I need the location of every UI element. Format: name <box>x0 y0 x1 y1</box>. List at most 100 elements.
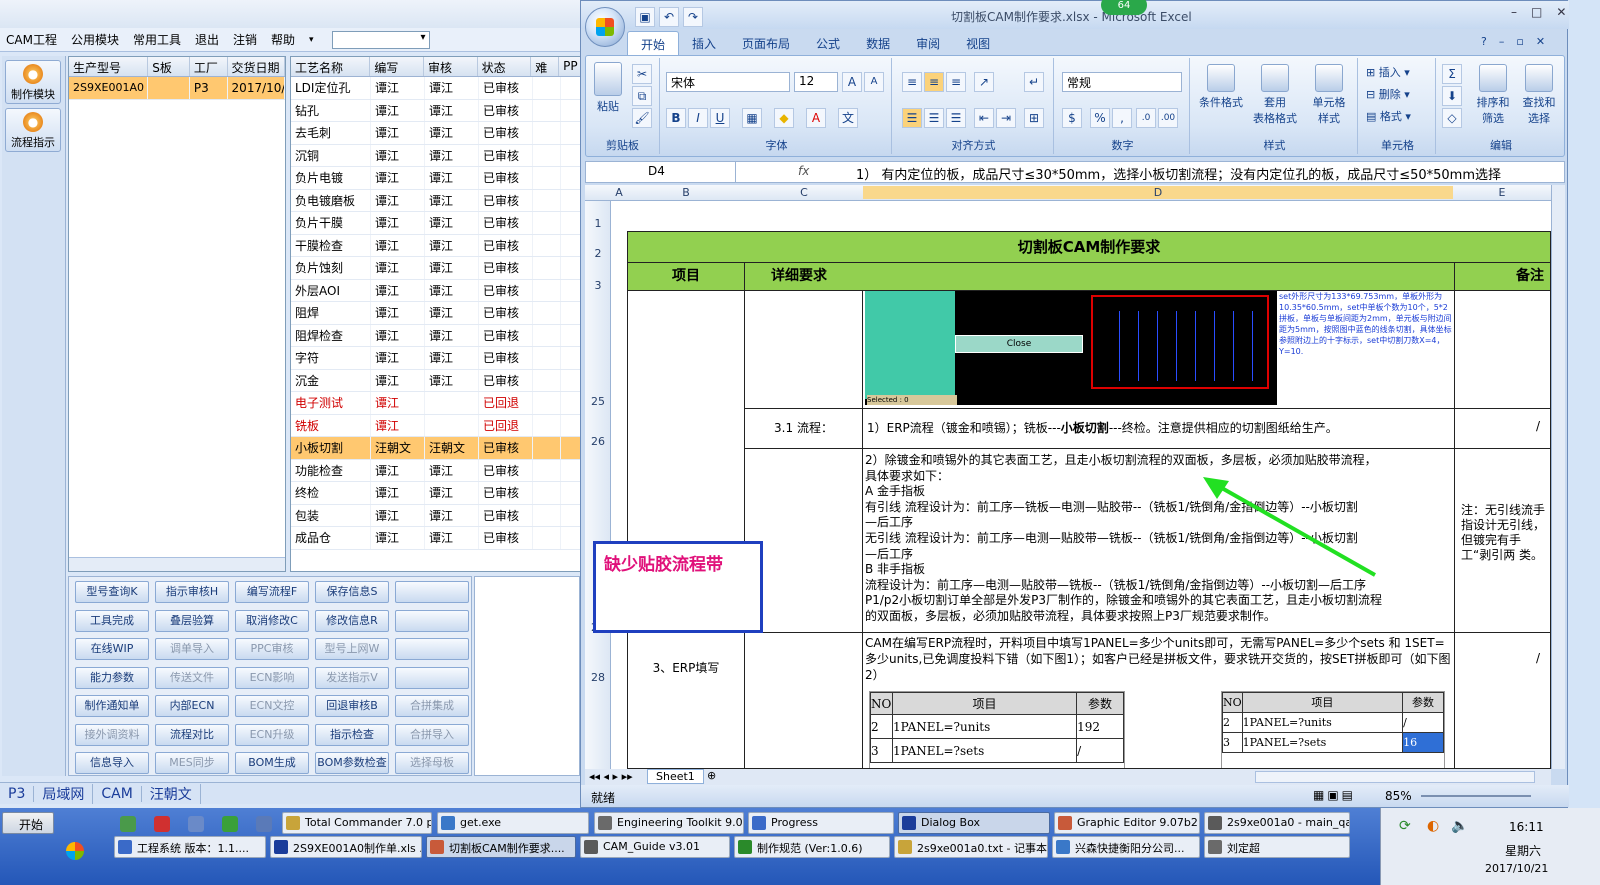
menu-cam-project[interactable]: CAM工程 <box>6 31 57 48</box>
fx-icon[interactable]: fx <box>738 164 848 178</box>
function-button[interactable]: BOM参数检查 <box>315 752 389 774</box>
vertical-scrollbar[interactable] <box>1551 185 1565 769</box>
process-row[interactable]: LDI定位孔 谭江 谭江 已审核 <box>291 77 581 100</box>
taskbar-item[interactable]: Graphic Editor 9.07b2 (... <box>1054 812 1200 834</box>
header-detail[interactable]: 详细要求 <box>745 263 1455 291</box>
cell-d26[interactable]: 1）ERP流程（镀金和喷锡）；铣板---小板切割---终检。注意提供相应的切割图… <box>863 409 1455 449</box>
italic-icon[interactable]: I <box>688 108 708 128</box>
accounting-icon[interactable]: $ <box>1062 108 1082 128</box>
model-grid-hscroll[interactable] <box>69 557 285 571</box>
function-button[interactable]: 指示检查 <box>315 723 389 746</box>
process-row[interactable]: 铣板 谭江 已回退 <box>291 414 581 437</box>
cell-e25[interactable] <box>1455 291 1551 409</box>
sort-filter-button[interactable]: 排序和 筛选 <box>1472 64 1514 126</box>
process-row[interactable]: 终检 谭江 谭江 已审核 <box>291 482 581 505</box>
menu-exit[interactable]: 退出 <box>195 31 219 48</box>
taskbar-item[interactable]: Total Commander 7.0 p... <box>282 812 432 834</box>
annotation-box[interactable]: 缺少贴胶流程带 <box>593 541 763 633</box>
office-button-icon[interactable] <box>585 7 625 47</box>
col-header-delivery[interactable]: 交货日期 <box>228 57 285 76</box>
merge-center-icon[interactable]: ⊞ <box>1024 108 1044 128</box>
function-button[interactable]: 在线WIP <box>75 638 149 660</box>
zoom-level[interactable]: 85% <box>1385 789 1412 803</box>
align-bottom-icon[interactable]: ≡ <box>946 72 966 92</box>
function-button[interactable]: 工具完成 <box>75 609 149 632</box>
process-row[interactable]: 阻焊检查 谭江 谭江 已审核 <box>291 324 581 347</box>
tab-view[interactable]: 视图 <box>953 31 1003 55</box>
taskbar-item[interactable]: 刘定超 <box>1204 836 1350 858</box>
tab-home[interactable]: 开始 <box>627 31 680 55</box>
view-mode-icons[interactable]: ▦▣▤ <box>1313 788 1356 802</box>
function-button[interactable]: 制作通知单 <box>75 695 149 717</box>
redo-icon[interactable]: ↷ <box>683 7 703 27</box>
cell-e26[interactable]: / <box>1455 409 1551 449</box>
fill-color-icon[interactable]: ◆ <box>774 108 794 128</box>
row-2[interactable]: 2 <box>585 247 611 260</box>
underline-icon[interactable]: U <box>710 108 730 128</box>
col-header-s-board[interactable]: S板 <box>148 57 190 76</box>
menu-more-icon[interactable]: ▾ <box>309 35 314 45</box>
windows-logo-icon[interactable] <box>66 842 84 860</box>
align-right-icon[interactable]: ☰ <box>946 108 966 128</box>
function-button[interactable]: 型号上网W <box>315 638 389 660</box>
function-button[interactable]: 指示审核H <box>155 581 229 603</box>
tray-network-icon[interactable]: ⟳ <box>1399 818 1411 834</box>
function-button[interactable]: 选择母板 <box>395 752 469 774</box>
horizontal-scrollbar[interactable] <box>1255 771 1535 783</box>
function-button[interactable]: 流程对比 <box>155 723 229 746</box>
conditional-format-button[interactable]: 条件格式 <box>1196 64 1246 110</box>
function-button[interactable] <box>395 581 469 603</box>
function-button[interactable]: 保存信息S <box>315 581 389 603</box>
help-icon[interactable]: ? <box>1481 35 1487 48</box>
taskbar-item[interactable]: 切割板CAM制作要求.... <box>426 836 576 858</box>
status-factory[interactable]: P3 <box>0 785 35 802</box>
comma-icon[interactable]: , <box>1112 108 1132 128</box>
row-25[interactable]: 25 <box>585 395 611 408</box>
doc-minimize-icon[interactable]: – <box>1499 35 1505 48</box>
cell-d25[interactable]: Close Selected : 0 set外形尺寸为133*69.753mm，… <box>863 291 1455 409</box>
shrink-font-icon[interactable]: A <box>864 72 884 92</box>
function-button[interactable]: ECN升级 <box>235 723 309 746</box>
menu-help[interactable]: 帮助 <box>271 31 295 48</box>
maximize-icon[interactable]: □ <box>1531 5 1542 19</box>
col-e[interactable]: E <box>1453 186 1551 199</box>
col-header-model[interactable]: 生产型号 <box>69 57 149 76</box>
process-row[interactable]: 电子测试 谭江 已回退 <box>291 392 581 415</box>
number-format-combo[interactable]: 常规 <box>1062 72 1182 92</box>
cell-b25[interactable] <box>627 291 745 409</box>
sheet-title[interactable]: 切割板CAM制作要求 <box>627 231 1551 263</box>
quick-launch-icon[interactable] <box>256 816 272 832</box>
col-header-writer[interactable]: 编写 <box>370 57 425 76</box>
function-button[interactable]: 修改信息R <box>315 609 389 632</box>
menu-logout[interactable]: 注销 <box>233 31 257 48</box>
cell-d28[interactable]: CAM在编写ERP流程时，开料项目中填写1PANEL=多少个units即可，无需… <box>863 633 1455 769</box>
process-row[interactable]: 字符 谭江 谭江 已审核 <box>291 347 581 370</box>
function-button[interactable]: 信息导入 <box>75 752 149 774</box>
taskbar-item[interactable]: 2s9xe001a0 - main_qa <box>1204 812 1350 834</box>
function-button[interactable]: 取消修改C <box>235 609 309 632</box>
delete-cells-button[interactable]: ⊟ 删除 ▾ <box>1366 86 1410 102</box>
function-button[interactable]: 调单导入 <box>155 638 229 660</box>
taskbar-item[interactable]: Dialog Box <box>898 812 1050 834</box>
menu-common-module[interactable]: 公用模块 <box>71 31 119 48</box>
taskbar-item[interactable]: 制作规范 (Ver:1.0.6) <box>734 836 890 858</box>
col-header-status[interactable]: 状态 <box>478 57 532 76</box>
col-header-difficulty[interactable]: 难 <box>531 57 560 76</box>
find-select-button[interactable]: 查找和 选择 <box>1518 64 1560 126</box>
align-middle-icon[interactable]: ≡ <box>924 72 944 92</box>
autosum-icon[interactable]: Σ <box>1442 64 1462 84</box>
taskbar-item[interactable]: 2S9XE001A0制作单.xls ... <box>270 836 422 858</box>
taskbar-item[interactable]: get.exe <box>437 812 589 834</box>
increase-decimal-icon[interactable]: .0 <box>1136 108 1156 128</box>
start-button[interactable]: 开始 <box>2 812 54 834</box>
zoom-slider[interactable] <box>1421 795 1531 797</box>
save-icon[interactable]: ▣ <box>635 7 655 27</box>
cell-e28[interactable]: / <box>1455 633 1551 769</box>
formula-input[interactable]: 1） 有内定位的板，成品尺寸≤30*50mm，选择小板切割流程；没有内定位孔的板… <box>856 164 1501 183</box>
cut-icon[interactable]: ✂ <box>632 64 652 84</box>
col-header-factory[interactable]: 工厂 <box>190 57 228 76</box>
process-instruction-button[interactable]: ● 流程指示 <box>5 108 61 152</box>
close-icon[interactable]: ✕ <box>1556 5 1566 19</box>
taskbar-item[interactable]: 2s9xe001a0.txt - 记事本 <box>894 836 1048 858</box>
function-button[interactable]: 型号查询K <box>75 581 149 603</box>
